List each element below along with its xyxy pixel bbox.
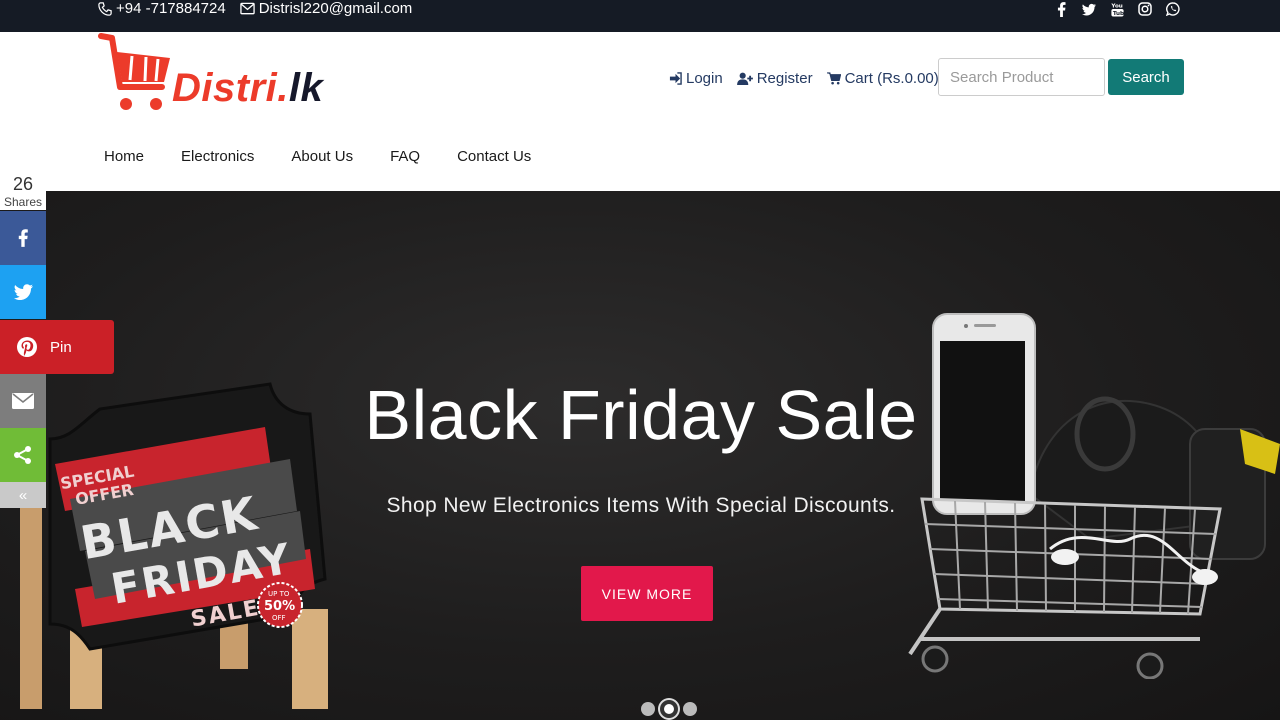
facebook-icon[interactable] (1054, 1, 1068, 17)
whatsapp-icon[interactable] (1166, 1, 1180, 17)
cart-icon (826, 71, 841, 84)
phone-contact[interactable]: +94 -717884724 (98, 0, 226, 17)
login-link[interactable]: Login (669, 70, 723, 87)
site-header: Distri.lk Login Register Cart (Rs.0.00) … (0, 32, 1280, 191)
site-logo[interactable]: Distri.lk (98, 32, 383, 117)
user-plus-icon (736, 72, 753, 85)
svg-text:You: You (1111, 3, 1123, 9)
twitter-icon[interactable] (1082, 1, 1096, 17)
share-icon (14, 446, 31, 464)
pin-label: Pin (50, 338, 72, 356)
nav-item-home[interactable]: Home (104, 148, 144, 165)
slider-dots (641, 700, 697, 718)
share-count-number: 26 (12, 174, 34, 194)
nav-item-contact-us[interactable]: Contact Us (457, 148, 531, 165)
collapse-chevron-icon: « (18, 486, 28, 504)
sign-badge-upto: UP TO (268, 590, 290, 598)
social-links: You Tube (1054, 0, 1180, 18)
hero-title: Black Friday Sale (364, 376, 918, 454)
phone-number: +94 -717884724 (116, 0, 226, 17)
email-contact[interactable]: Distrisl220@gmail.com (239, 0, 413, 17)
cart-total: Cart (Rs.0.00) (844, 69, 939, 87)
logo-text-lk: lk (288, 66, 324, 110)
main-nav: Home Electronics About Us FAQ Contact Us (104, 148, 568, 165)
contact-info: +94 -717884724 Distrisl220@gmail.com (98, 0, 412, 17)
view-more-button[interactable]: VIEW MORE (581, 566, 713, 621)
youtube-icon[interactable]: You Tube (1110, 1, 1124, 17)
hero-subtitle: Shop New Electronics Items With Special … (386, 494, 896, 517)
sign-badge-off: OFF (272, 614, 286, 622)
phone-icon (98, 1, 112, 16)
search-button[interactable]: Search (1108, 59, 1184, 95)
facebook-icon (18, 229, 28, 247)
sign-in-icon (669, 71, 682, 85)
slider-dot[interactable] (641, 702, 655, 716)
sign-badge-percent: 50% (264, 599, 295, 614)
account-links: Login Register Cart (Rs.0.00) (669, 68, 939, 88)
logo-text-distri: Distri. (172, 66, 289, 110)
share-more-button[interactable] (0, 428, 46, 482)
register-label: Register (756, 69, 813, 87)
share-pinterest-button[interactable]: Pin (0, 320, 114, 374)
pinterest-icon (17, 337, 37, 357)
search-input[interactable] (938, 58, 1105, 96)
login-label: Login (686, 69, 723, 87)
share-count: 26 Shares (0, 172, 46, 210)
share-count-label: Shares (3, 195, 43, 209)
share-collapse-button[interactable]: « (0, 482, 46, 508)
share-facebook-button[interactable] (0, 211, 46, 265)
email-address: Distrisl220@gmail.com (258, 0, 413, 17)
hero-slider: SPECIAL OFFER BLACK FRIDAY SALE UP TO 50… (0, 191, 1280, 720)
share-twitter-button[interactable] (0, 265, 46, 319)
slider-dot-active[interactable] (660, 700, 678, 718)
slider-dot[interactable] (683, 702, 697, 716)
shopping-cart-logo-icon (98, 33, 170, 110)
twitter-icon (13, 284, 33, 300)
envelope-icon (12, 393, 34, 409)
logo-text: Distri.lk (172, 66, 323, 111)
share-sidebar: 26 Shares Pin « (0, 172, 115, 512)
top-bar: +94 -717884724 Distrisl220@gmail.com You… (0, 0, 1280, 32)
svg-text:Tube: Tube (1112, 11, 1123, 17)
nav-item-about-us[interactable]: About Us (291, 148, 353, 165)
cart-link[interactable]: Cart (Rs.0.00) (826, 69, 939, 87)
envelope-icon (239, 2, 255, 15)
share-email-button[interactable] (0, 374, 46, 428)
nav-item-faq[interactable]: FAQ (390, 148, 420, 165)
instagram-icon[interactable] (1138, 1, 1152, 17)
nav-item-electronics[interactable]: Electronics (181, 148, 254, 165)
register-link[interactable]: Register (736, 69, 813, 87)
